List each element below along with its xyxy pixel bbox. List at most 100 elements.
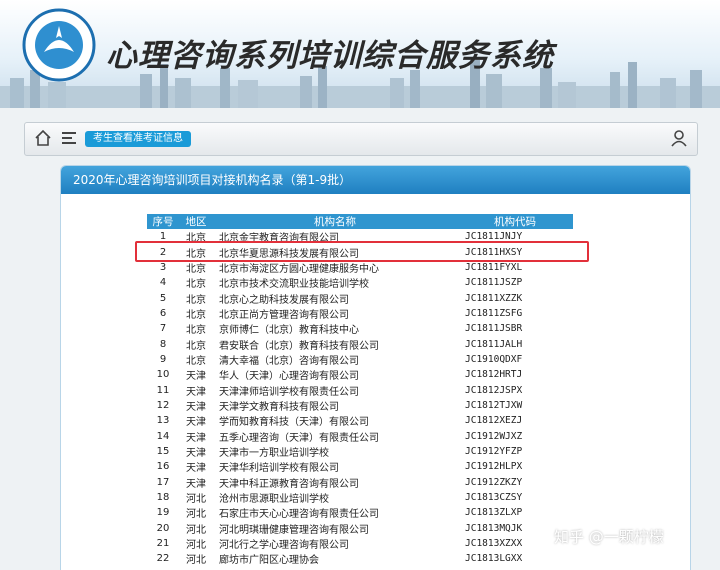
row-institution-name: 天津市一方职业培训学校: [219, 447, 329, 459]
row-region: 北京: [186, 279, 206, 291]
row-index: 6: [159, 307, 167, 319]
table-row: 10 天津 华人（天津）心理咨询有限公司 JC1812HRTJ: [147, 367, 573, 382]
row-institution-name: 天津津师培训学校有限责任公司: [219, 386, 359, 398]
row-institution-code: JC1812XEZJ: [465, 415, 523, 427]
row-region: 河北: [186, 555, 206, 567]
row-institution-name: 石家庄市天心心理咨询有限责任公司: [219, 509, 379, 521]
row-institution-name: 天津华利培训学校有限公司: [219, 463, 339, 475]
row-institution-code: JC1812JSPX: [465, 384, 523, 396]
table-row: 4 北京 北京市技术交流职业技能培训学校 JC1811JSZP: [147, 275, 573, 290]
table-row: 19 河北 石家庄市天心心理咨询有限责任公司 JC1813ZLXP: [147, 505, 573, 520]
row-institution-code: JC1813LGXX: [465, 553, 523, 565]
row-institution-name: 清大幸福（北京）咨询有限公司: [219, 355, 359, 367]
row-institution-name: 天津学文教育科技有限公司: [219, 401, 339, 413]
row-institution-name: 君安联合（北京）教育科技有限公司: [219, 340, 379, 352]
row-index: 20: [156, 522, 170, 534]
row-institution-name: 北京正尚方管理咨询有限公司: [219, 309, 349, 321]
row-region: 天津: [186, 478, 206, 490]
toolbar: 考生查看准考证信息: [24, 122, 698, 156]
header-banner: 心理咨询系列培训综合服务系统: [0, 0, 720, 108]
row-index: 15: [156, 445, 170, 457]
row-region: 北京: [186, 309, 206, 321]
home-icon[interactable]: [33, 128, 53, 148]
row-index: 22: [156, 553, 170, 565]
table-row: 18 河北 沧州市思源职业培训学校 JC1813CZSY: [147, 490, 573, 505]
row-institution-code: JC1912YFZP: [465, 445, 523, 457]
row-institution-name: 北京市技术交流职业技能培训学校: [219, 279, 369, 291]
row-index: 16: [156, 461, 170, 473]
row-institution-name: 京师博仁（北京）教育科技中心: [219, 325, 359, 337]
table-row: 1 北京 北京金宇教育咨询有限公司 JC1811JNJY: [147, 229, 573, 244]
row-index: 3: [159, 261, 167, 273]
row-region: 河北: [186, 494, 206, 506]
table-row: 17 天津 天津中科正源教育咨询有限公司 JC1912ZKZY: [147, 475, 573, 490]
row-index: 1: [159, 231, 167, 243]
row-region: 北京: [186, 340, 206, 352]
row-institution-code: JC1813ZLXP: [465, 507, 523, 519]
row-institution-name: 河北明琪珊健康管理咨询有限公司: [219, 524, 369, 536]
row-index: 7: [159, 323, 167, 335]
table-row: 20 河北 河北明琪珊健康管理咨询有限公司 JC1813MQJK: [147, 521, 573, 536]
row-index: 8: [159, 338, 167, 350]
user-icon[interactable]: [669, 128, 689, 148]
row-region: 河北: [186, 524, 206, 536]
table-row: 7 北京 京师博仁（北京）教育科技中心 JC1811JSBR: [147, 321, 573, 336]
row-institution-name: 北京市海淀区方圆心理健康服务中心: [219, 263, 379, 275]
row-institution-code: JC1811JSZP: [465, 277, 523, 289]
row-institution-code: JC1812TJXW: [465, 399, 523, 411]
table-row: 3 北京 北京市海淀区方圆心理健康服务中心 JC1811FYXL: [147, 260, 573, 275]
row-index: 14: [156, 430, 170, 442]
row-institution-code: JC1912ZKZY: [465, 476, 523, 488]
row-region: 北京: [186, 263, 206, 275]
row-institution-code: JC1811FYXL: [465, 261, 523, 273]
row-institution-code: JC1811XZZK: [465, 292, 523, 304]
row-region: 北京: [186, 325, 206, 337]
table-row: 16 天津 天津华利培训学校有限公司 JC1912HLPX: [147, 459, 573, 474]
row-institution-code: JC1811ZSFG: [465, 307, 523, 319]
row-region: 天津: [186, 463, 206, 475]
row-institution-code: JC1811JALH: [465, 338, 523, 350]
row-region: 天津: [186, 417, 206, 429]
row-institution-name: 北京华夏思源科技发展有限公司: [219, 248, 359, 260]
row-institution-name: 廊坊市广阳区心理协会: [219, 555, 319, 567]
exam-ticket-info-button[interactable]: 考生查看准考证信息: [85, 131, 191, 147]
column-header-name: 机构名称: [213, 214, 457, 229]
row-region: 河北: [186, 540, 206, 552]
institution-table: 序号 地区 机构名称 机构代码 1 北京 北京金宇教育咨询有限公司 JC1811JNJ…: [147, 214, 573, 567]
row-institution-code: JC1813CZSY: [465, 492, 523, 504]
menu-icon[interactable]: [59, 128, 79, 148]
table-row: 5 北京 北京心之助科技发展有限公司 JC1811XZZK: [147, 290, 573, 306]
row-region: 北京: [186, 233, 206, 245]
table-row: 14 天津 五季心理咨询（天津）有限责任公司 JC1912WJXZ: [147, 428, 573, 444]
panel-title: 2020年心理咨询培训项目对接机构名录（第1-9批）: [61, 166, 690, 194]
column-header-code: 机构代码: [457, 214, 573, 229]
row-institution-code: JC1912WJXZ: [465, 430, 523, 442]
table-row: 13 天津 学而知教育科技（天津）有限公司 JC1812XEZJ: [147, 413, 573, 428]
row-institution-name: 华人（天津）心理咨询有限公司: [219, 371, 359, 383]
column-header-index: 序号: [147, 214, 179, 229]
row-institution-name: 北京心之助科技发展有限公司: [219, 294, 349, 306]
institute-logo: [22, 8, 96, 82]
row-institution-code: JC1813MQJK: [465, 522, 523, 534]
row-institution-code: JC1910QDXF: [465, 353, 523, 365]
row-index: 2: [159, 246, 167, 258]
row-institution-name: 河北行之学心理咨询有限公司: [219, 540, 349, 552]
table-row: 2 北京 北京华夏思源科技发展有限公司 JC1811HXSY: [147, 244, 573, 260]
row-institution-code: JC1912HLPX: [465, 461, 523, 473]
row-institution-name: 五季心理咨询（天津）有限责任公司: [219, 432, 379, 444]
row-institution-code: JC1811HXSY: [465, 246, 523, 258]
row-region: 北京: [186, 294, 206, 306]
table-row: 8 北京 君安联合（北京）教育科技有限公司 JC1811JALH: [147, 336, 573, 352]
row-index: 10: [156, 369, 170, 381]
row-region: 河北: [186, 509, 206, 521]
row-index: 5: [159, 292, 167, 304]
row-institution-name: 天津中科正源教育咨询有限公司: [219, 478, 359, 490]
row-index: 17: [156, 476, 170, 488]
row-index: 4: [159, 277, 167, 289]
row-region: 北京: [186, 355, 206, 367]
row-institution-code: JC1811JNJY: [465, 231, 523, 243]
row-index: 19: [156, 507, 170, 519]
row-index: 13: [156, 415, 170, 427]
column-header-region: 地区: [179, 214, 213, 229]
row-index: 21: [156, 538, 170, 550]
